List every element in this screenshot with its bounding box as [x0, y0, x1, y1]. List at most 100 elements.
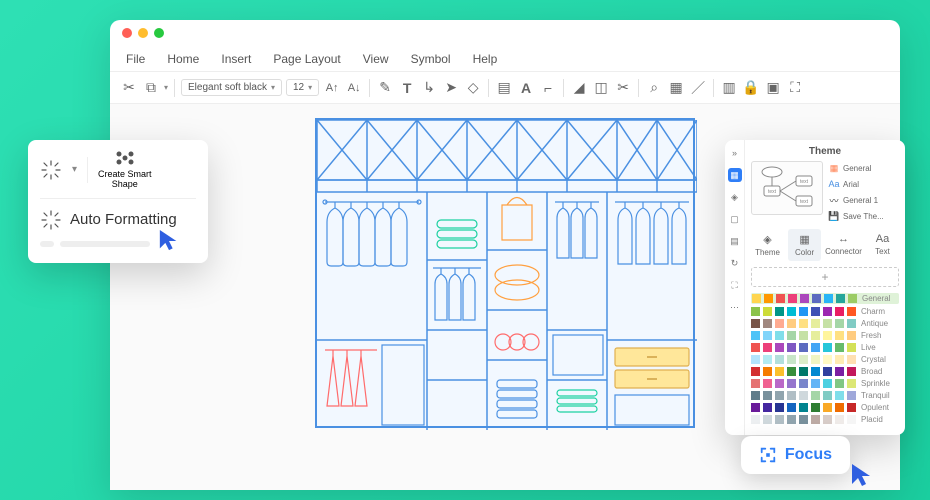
color-swatch[interactable] — [823, 331, 832, 340]
color-swatch[interactable] — [836, 294, 845, 303]
color-swatch[interactable] — [847, 379, 856, 388]
palette-row[interactable]: Sprinkle — [751, 379, 899, 388]
menu-view[interactable]: View — [363, 52, 389, 66]
preview-item[interactable]: 💾Save The... — [827, 209, 899, 223]
color-swatch[interactable] — [763, 343, 772, 352]
color-swatch[interactable] — [763, 391, 772, 400]
color-swatch[interactable] — [775, 367, 784, 376]
color-swatch[interactable] — [835, 367, 844, 376]
menu-insert[interactable]: Insert — [221, 52, 251, 66]
color-swatch[interactable] — [811, 343, 820, 352]
color-swatch[interactable] — [799, 331, 808, 340]
color-swatch[interactable] — [787, 319, 796, 328]
palette-row[interactable]: Live — [751, 343, 899, 352]
palette-row[interactable]: Charm — [751, 307, 899, 316]
text-icon[interactable]: T — [398, 79, 416, 97]
color-swatch[interactable] — [835, 319, 844, 328]
collapse-icon[interactable]: » — [728, 146, 742, 160]
color-swatch[interactable] — [847, 367, 856, 376]
color-swatch[interactable] — [751, 391, 760, 400]
color-swatch[interactable] — [799, 367, 808, 376]
color-swatch[interactable] — [811, 307, 820, 316]
color-swatch[interactable] — [847, 391, 856, 400]
page-icon[interactable]: ▤ — [728, 234, 742, 248]
color-swatch[interactable] — [800, 294, 809, 303]
round-corner-icon[interactable]: ⌐ — [539, 79, 557, 97]
copy-icon[interactable]: ⧉ — [142, 79, 160, 97]
color-swatch[interactable] — [752, 294, 761, 303]
color-swatch[interactable] — [763, 367, 772, 376]
search-icon[interactable]: ⌕ — [645, 79, 663, 97]
theme-tab-icon[interactable]: ▦ — [728, 168, 742, 182]
color-swatch[interactable] — [763, 379, 772, 388]
font-size-select[interactable]: 12 ▾ — [286, 79, 319, 96]
color-swatch[interactable] — [799, 415, 808, 424]
history-icon[interactable]: ↻ — [728, 256, 742, 270]
fullscreen-icon[interactable]: ⛶ — [728, 278, 742, 292]
color-swatch[interactable] — [823, 403, 832, 412]
menu-file[interactable]: File — [126, 52, 145, 66]
palette-row[interactable]: Placid — [751, 415, 899, 424]
palette-row[interactable]: Broad — [751, 367, 899, 376]
color-swatch[interactable] — [775, 415, 784, 424]
color-swatch[interactable] — [812, 294, 821, 303]
object-icon[interactable]: ▢ — [728, 212, 742, 226]
color-swatch[interactable] — [847, 307, 856, 316]
color-swatch[interactable] — [811, 367, 820, 376]
color-swatch[interactable] — [848, 294, 857, 303]
palette-row[interactable]: Opulent — [751, 403, 899, 412]
color-swatch[interactable] — [799, 319, 808, 328]
palette-row[interactable]: Antique — [751, 319, 899, 328]
color-swatch[interactable] — [763, 403, 772, 412]
align-left-icon[interactable]: ▤ — [495, 79, 513, 97]
flowchart-thumbnail[interactable]: texttexttext — [751, 161, 823, 215]
color-swatch[interactable] — [835, 307, 844, 316]
color-swatch[interactable] — [775, 343, 784, 352]
color-swatch[interactable] — [847, 319, 856, 328]
color-swatch[interactable] — [811, 379, 820, 388]
color-swatch[interactable] — [787, 367, 796, 376]
color-swatch[interactable] — [823, 379, 832, 388]
chevron-down-icon[interactable]: ▾ — [164, 83, 168, 92]
color-swatch[interactable] — [775, 319, 784, 328]
color-swatch[interactable] — [787, 307, 796, 316]
menu-help[interactable]: Help — [473, 52, 498, 66]
color-swatch[interactable] — [764, 294, 773, 303]
connector-icon[interactable]: ↳ — [420, 79, 438, 97]
color-swatch[interactable] — [751, 403, 760, 412]
theme-tab-theme[interactable]: ◈Theme — [751, 229, 784, 261]
color-swatch[interactable] — [788, 294, 797, 303]
theme-tab-connector[interactable]: ↔Connector — [825, 229, 862, 261]
color-swatch[interactable] — [763, 415, 772, 424]
color-swatch[interactable] — [787, 391, 796, 400]
color-swatch[interactable] — [823, 391, 832, 400]
more-icon[interactable]: ⋯ — [728, 300, 742, 314]
color-swatch[interactable] — [787, 355, 796, 364]
color-swatch[interactable] — [835, 403, 844, 412]
cut-icon[interactable]: ✂ — [120, 79, 138, 97]
color-swatch[interactable] — [775, 403, 784, 412]
color-swatch[interactable] — [751, 319, 760, 328]
color-swatch[interactable] — [835, 355, 844, 364]
color-swatch[interactable] — [799, 355, 808, 364]
menu-symbol[interactable]: Symbol — [411, 52, 451, 66]
fill-icon[interactable]: ◢ — [570, 79, 588, 97]
color-swatch[interactable] — [751, 307, 760, 316]
color-swatch[interactable] — [847, 331, 856, 340]
color-swatch[interactable] — [811, 415, 820, 424]
menu-home[interactable]: Home — [167, 52, 199, 66]
color-swatch[interactable] — [751, 415, 760, 424]
color-swatch[interactable] — [775, 355, 784, 364]
color-swatch[interactable] — [811, 403, 820, 412]
color-swatch[interactable] — [751, 355, 760, 364]
color-swatch[interactable] — [823, 367, 832, 376]
color-swatch[interactable] — [835, 331, 844, 340]
shadow-icon[interactable]: ◫ — [592, 79, 610, 97]
color-swatch[interactable] — [824, 294, 833, 303]
color-swatch[interactable] — [775, 307, 784, 316]
color-swatch[interactable] — [823, 307, 832, 316]
wardrobe-diagram[interactable] — [315, 118, 695, 428]
color-swatch[interactable] — [811, 391, 820, 400]
grid-icon[interactable]: ▦ — [667, 79, 685, 97]
preview-item[interactable]: ▦General — [827, 161, 899, 175]
